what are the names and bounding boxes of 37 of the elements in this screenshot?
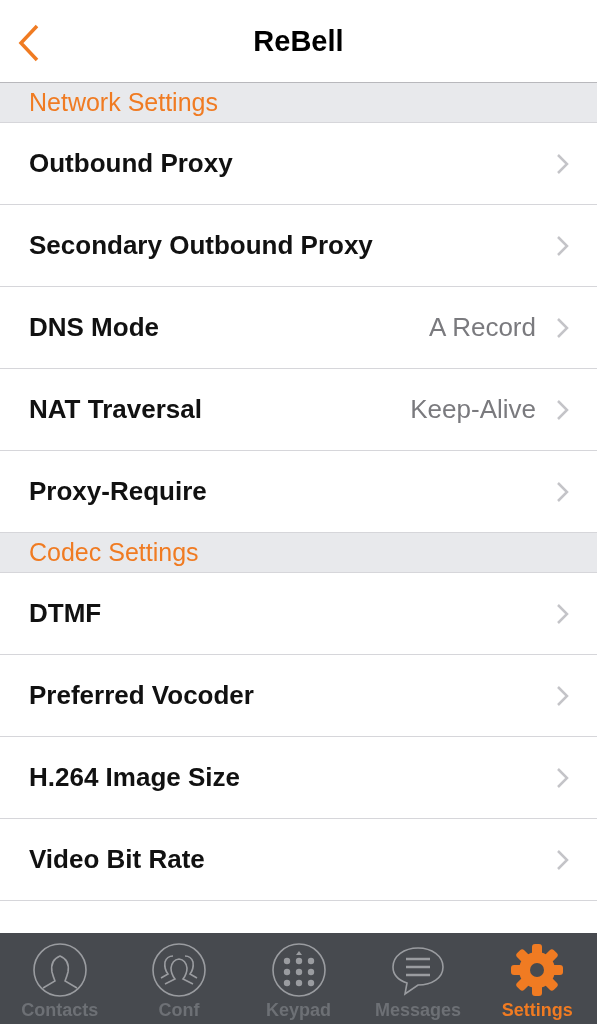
row-label: Secondary Outbound Proxy <box>29 230 374 261</box>
row-value: Keep-Alive <box>410 394 536 425</box>
screen-title: ReBell <box>253 24 344 58</box>
keypad-icon <box>270 942 327 998</box>
chevron-icon <box>556 152 569 175</box>
row-value: A Record <box>429 312 536 343</box>
settings-row[interactable]: Secondary Outbound Proxy <box>0 205 597 287</box>
section-title: Codec Settings <box>29 538 199 567</box>
row-label: Outbound Proxy <box>29 148 234 179</box>
settings-row[interactable]: DTMF <box>0 573 597 655</box>
back-icon[interactable] <box>18 24 40 62</box>
row-label: Proxy-Require <box>29 476 208 507</box>
settings-row[interactable]: H.264 Image Size <box>0 737 597 819</box>
settings-row[interactable]: Preferred Vocoder <box>0 655 597 737</box>
gear-icon <box>509 942 566 998</box>
settings-row[interactable]: NAT Traversal Keep-Alive <box>0 369 597 451</box>
settings-row[interactable]: DNS Mode A Record <box>0 287 597 369</box>
settings-row[interactable]: Video Bit Rate <box>0 819 597 901</box>
chevron-icon <box>556 480 569 503</box>
row-label: DNS Mode <box>29 312 160 343</box>
chevron-icon <box>556 234 569 257</box>
row-label: H.264 Image Size <box>29 762 241 793</box>
chevron-icon <box>556 848 569 871</box>
row-label: DTMF <box>29 598 103 629</box>
chevron-icon <box>556 316 569 339</box>
settings-row[interactable]: Outbound Proxy <box>0 123 597 205</box>
person-icon <box>31 942 88 998</box>
tab-label: Settings <box>501 1000 573 1021</box>
row-label: Preferred Vocoder <box>29 680 255 711</box>
row-label: NAT Traversal <box>29 394 203 425</box>
group-icon <box>151 942 208 998</box>
row-label: Video Bit Rate <box>29 844 206 875</box>
chevron-icon <box>556 398 569 421</box>
section-title: Network Settings <box>29 88 218 117</box>
chevron-icon <box>556 766 569 789</box>
chevron-icon <box>556 684 569 707</box>
chevron-icon <box>556 602 569 625</box>
